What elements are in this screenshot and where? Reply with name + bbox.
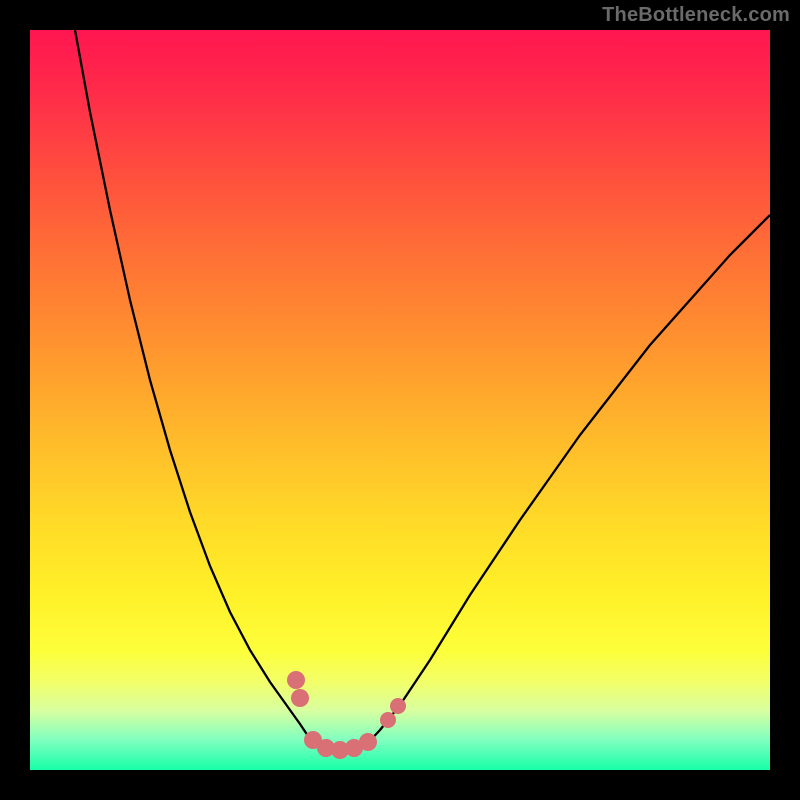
plot-area [30,30,770,770]
watermark-label: TheBottleneck.com [602,4,790,27]
curve-dot [380,712,396,728]
outer-frame: TheBottleneck.com [0,0,800,800]
curve-layer [30,30,770,770]
curve-dots [287,671,406,759]
left-curve [75,30,315,746]
right-curve [365,215,770,746]
curve-dot [390,698,406,714]
curve-dot [287,671,305,689]
curve-dot [291,689,309,707]
curve-dot [359,733,377,751]
